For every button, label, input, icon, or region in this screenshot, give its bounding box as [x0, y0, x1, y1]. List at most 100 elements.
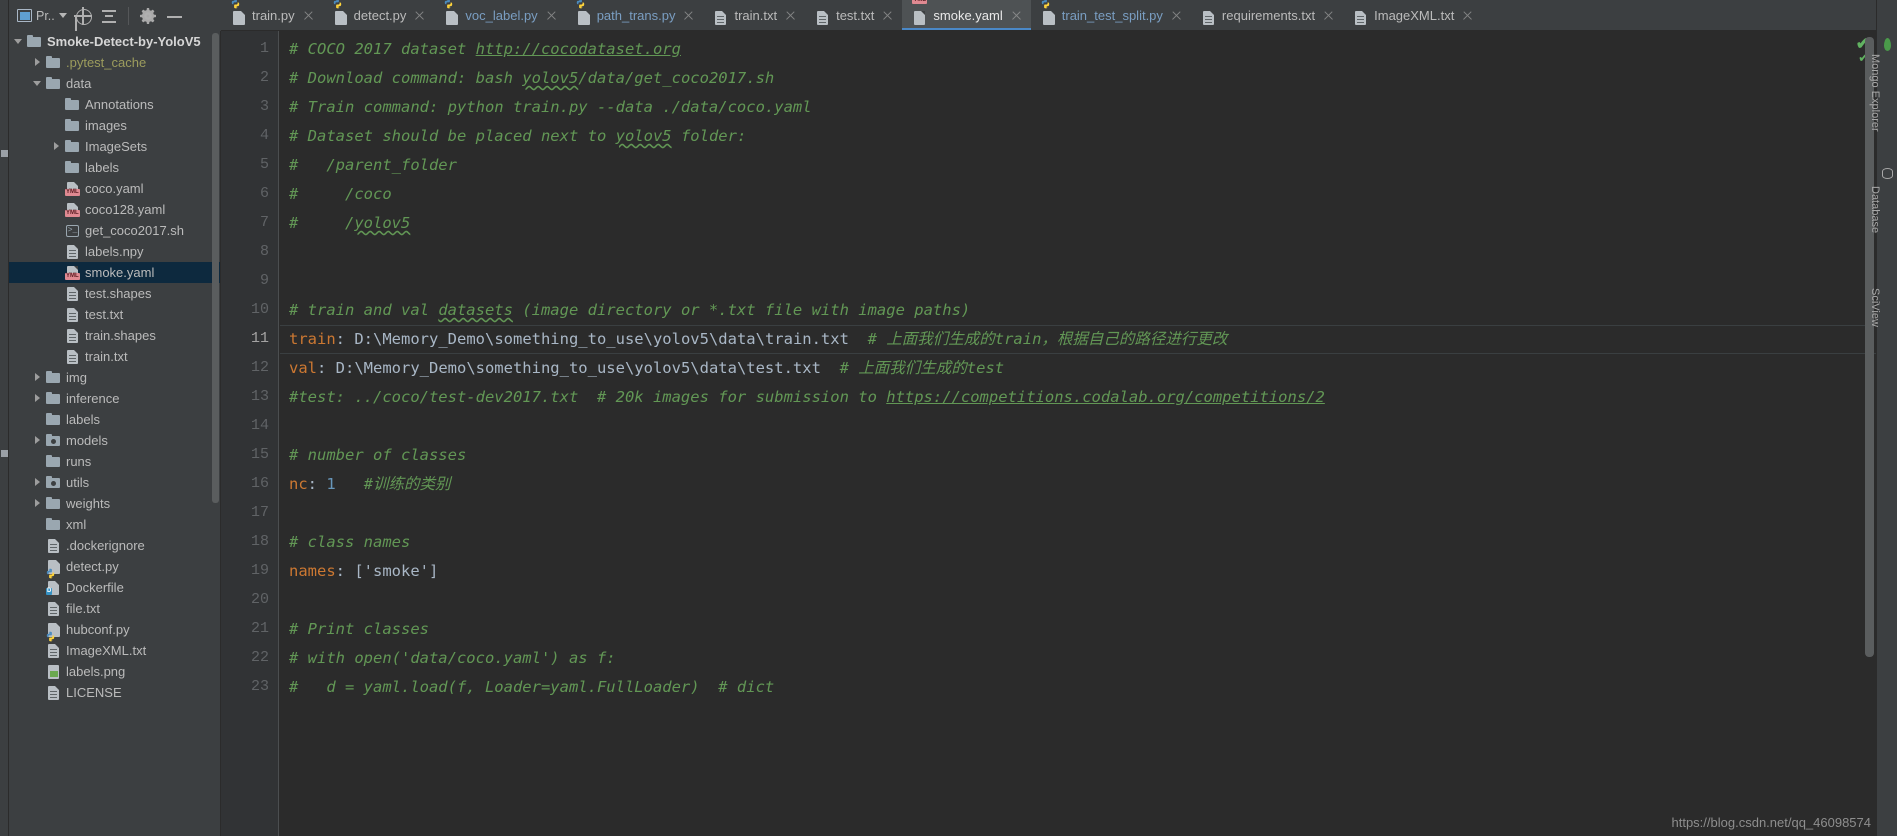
python-file-icon	[45, 619, 62, 642]
favorites-icon[interactable]	[1, 450, 8, 457]
tree-item-images[interactable]: images	[9, 115, 221, 136]
code-line[interactable]: # Dataset should be placed next to yolov…	[289, 122, 746, 151]
tab-close-icon[interactable]	[303, 10, 314, 21]
twisty-collapsed-icon[interactable]	[51, 136, 64, 157]
code-line[interactable]: # with open('data/coco.yaml') as f:	[289, 644, 616, 673]
tree-item-license[interactable]: LICENSE	[9, 682, 221, 703]
project-view-selector[interactable]: Pr..	[17, 9, 67, 23]
right-strip-item-database[interactable]: Database	[1869, 186, 1881, 233]
tab-requirements-txt[interactable]: requirements.txt	[1191, 0, 1343, 30]
code-line[interactable]: # class names	[289, 528, 410, 557]
editor-tab-bar[interactable]: train.py detect.py voc_label.py path_trans.…	[221, 0, 1876, 31]
structure-icon[interactable]	[1, 150, 8, 157]
code-line[interactable]: names: ['smoke']	[289, 557, 438, 586]
tree-item-test-shapes[interactable]: test.shapes	[9, 283, 221, 304]
tree-item-smoke-yaml[interactable]: YML smoke.yaml	[9, 262, 221, 283]
tree-item-imagesets[interactable]: ImageSets	[9, 136, 221, 157]
tab-smoke-yaml[interactable]: YML smoke.yaml	[902, 0, 1032, 30]
tab-detect-py[interactable]: detect.py	[323, 0, 435, 30]
tree-item-train-txt[interactable]: train.txt	[9, 346, 221, 367]
tab-close-icon[interactable]	[546, 10, 557, 21]
tree-item-coco-yaml[interactable]: YML coco.yaml	[9, 178, 221, 199]
code-line[interactable]: train: D:\Memory_Demo\something_to_use\y…	[289, 325, 1227, 354]
twisty-collapsed-icon[interactable]	[32, 472, 45, 493]
tree-item-runs[interactable]: runs	[9, 451, 221, 472]
tab-close-icon[interactable]	[414, 10, 425, 21]
locate-icon[interactable]	[73, 6, 93, 26]
tab-close-icon[interactable]	[785, 10, 796, 21]
tree-item-train-shapes[interactable]: train.shapes	[9, 325, 221, 346]
tab-close-icon[interactable]	[1462, 10, 1473, 21]
tree-item-labels[interactable]: labels	[9, 409, 221, 430]
tree-item-dockerfile[interactable]: D Dockerfile	[9, 577, 221, 598]
tree-item-data[interactable]: data	[9, 73, 221, 94]
code-line[interactable]: # train and val datasets (image director…	[289, 296, 970, 325]
tree-item-smoke-detect-by-yolov5[interactable]: Smoke-Detect-by-YoloV5	[9, 31, 221, 52]
twisty-collapsed-icon[interactable]	[32, 493, 45, 514]
tree-item-labels-npy[interactable]: labels.npy	[9, 241, 221, 262]
code-line[interactable]: # COCO 2017 dataset http://cocodataset.o…	[289, 35, 681, 64]
twisty-collapsed-icon[interactable]	[32, 388, 45, 409]
tree-item-labels-png[interactable]: labels.png	[9, 661, 221, 682]
tree-item-hubconf-py[interactable]: hubconf.py	[9, 619, 221, 642]
code-line[interactable]: # /yolov5	[289, 209, 410, 238]
tree-item-annotations[interactable]: Annotations	[9, 94, 221, 115]
tree-item-img[interactable]: img	[9, 367, 221, 388]
twisty-expanded-icon[interactable]	[32, 73, 45, 94]
tab-train-txt[interactable]: train.txt	[703, 0, 805, 30]
tab-voc-label-py[interactable]: voc_label.py	[434, 0, 565, 30]
gear-icon[interactable]	[138, 6, 158, 26]
twisty-collapsed-icon[interactable]	[32, 52, 45, 73]
tree-item-labels[interactable]: labels	[9, 157, 221, 178]
tree-item-utils[interactable]: utils	[9, 472, 221, 493]
mongo-leaf-icon[interactable]	[1884, 38, 1891, 51]
tree-item-test-txt[interactable]: test.txt	[9, 304, 221, 325]
code-content[interactable]: # COCO 2017 dataset http://cocodataset.o…	[280, 31, 1876, 836]
twisty-collapsed-icon[interactable]	[32, 367, 45, 388]
tab-close-icon[interactable]	[882, 10, 893, 21]
twisty-collapsed-icon[interactable]	[32, 430, 45, 451]
database-icon[interactable]	[1882, 168, 1893, 179]
project-tree-scrollbar[interactable]	[212, 33, 219, 503]
tree-item-label: detect.py	[66, 559, 119, 574]
code-line[interactable]: val: D:\Memory_Demo\something_to_use\yol…	[289, 354, 1004, 383]
hide-panel-icon[interactable]	[164, 6, 184, 26]
project-tree[interactable]: Smoke-Detect-by-YoloV5 .pytest_cache data A…	[9, 31, 221, 836]
tree-item-coco128-yaml[interactable]: YML coco128.yaml	[9, 199, 221, 220]
tree-item-models[interactable]: models	[9, 430, 221, 451]
tree-item-weights[interactable]: weights	[9, 493, 221, 514]
tab-train-py[interactable]: train.py	[221, 0, 323, 30]
tree-item-xml[interactable]: xml	[9, 514, 221, 535]
code-line[interactable]: # /parent_folder	[289, 151, 457, 180]
code-line[interactable]: # Print classes	[289, 615, 429, 644]
tab-imagexml-txt[interactable]: ImageXML.txt	[1343, 0, 1482, 30]
collapse-all-icon[interactable]	[99, 6, 119, 26]
code-line[interactable]: # d = yaml.load(f, Loader=yaml.FullLoade…	[289, 673, 774, 702]
right-strip-item-sciview[interactable]: SciView	[1869, 288, 1881, 327]
code-line[interactable]: #test: ../coco/test-dev2017.txt # 20k im…	[289, 383, 1325, 412]
tree-item-get-coco2017-sh[interactable]: >_ get_coco2017.sh	[9, 220, 221, 241]
tree-item-imagexml-txt[interactable]: ImageXML.txt	[9, 640, 221, 661]
tab-close-icon[interactable]	[1323, 10, 1334, 21]
tree-item-detect-py[interactable]: detect.py	[9, 556, 221, 579]
tab-train-test-split-py[interactable]: train_test_split.py	[1031, 0, 1191, 30]
code-editor[interactable]: 1 2 3 4 5 6 7 8 9 10 11 12 13 14 15 16 17 18 19 20 21 22 23 # …	[221, 31, 1876, 836]
tab-path-trans-py[interactable]: path_trans.py	[566, 0, 704, 30]
tree-item-inference[interactable]: inference	[9, 388, 221, 409]
tree-item--pytest-cache[interactable]: .pytest_cache	[9, 52, 221, 73]
tab-close-icon[interactable]	[1171, 10, 1182, 21]
line-number: 9	[259, 272, 269, 289]
code-line[interactable]: # Train command: python train.py --data …	[289, 93, 812, 122]
text-file-icon	[45, 598, 62, 619]
tab-close-icon[interactable]	[1011, 10, 1022, 21]
code-line[interactable]: # /coco	[289, 180, 392, 209]
right-strip-item-mongo-explorer[interactable]: Mongo Explorer	[1869, 54, 1881, 132]
twisty-expanded-icon[interactable]	[13, 31, 26, 52]
code-line[interactable]: # number of classes	[289, 441, 466, 470]
code-line[interactable]: nc: 1 #训练的类别	[289, 470, 451, 499]
tree-item--dockerignore[interactable]: .dockerignore	[9, 535, 221, 556]
tab-close-icon[interactable]	[683, 10, 694, 21]
code-line[interactable]: # Download command: bash yolov5/data/get…	[289, 64, 774, 93]
tab-test-txt[interactable]: test.txt	[805, 0, 902, 30]
tree-item-file-txt[interactable]: file.txt	[9, 598, 221, 619]
